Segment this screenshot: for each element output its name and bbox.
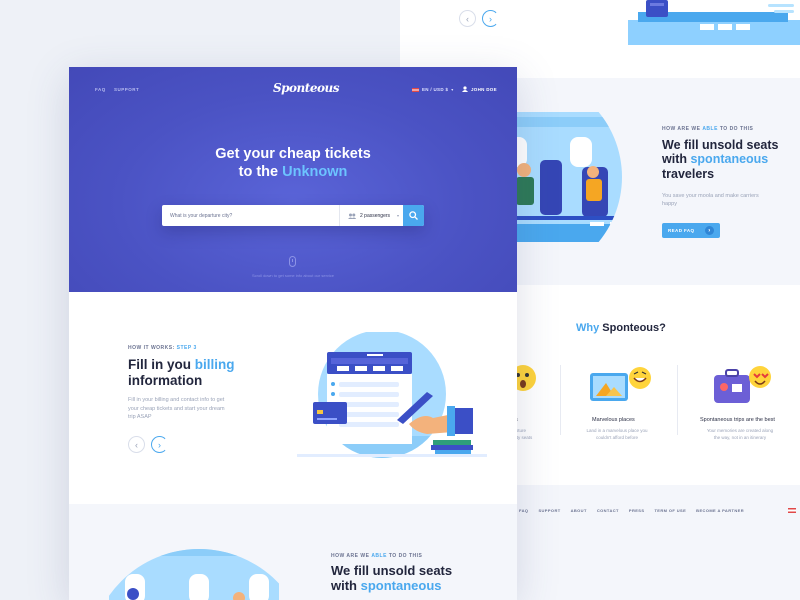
language-selector[interactable]: EN / USD $ ▾: [412, 87, 453, 92]
main-fill-seats-section: HOW ARE WE ABLE TO DO THIS We fill unsol…: [69, 504, 517, 600]
picture-icon: [590, 367, 651, 401]
how-title: Fill in you billing information: [128, 357, 235, 388]
read-faq-button[interactable]: READ FAQ ›: [662, 223, 720, 238]
scroll-hint: Scroll down to get some info about our s…: [251, 273, 335, 278]
hero: FAQ SUPPORT Sponteous EN / USD $ ▾ JOHN …: [69, 67, 517, 292]
flag-icon[interactable]: [788, 508, 796, 513]
prev-arrow-button[interactable]: ‹: [459, 10, 476, 27]
footer-links: FAQ SUPPORT ABOUT CONTACT PRESS TERM OF …: [519, 508, 744, 513]
departure-city-input[interactable]: What is your departure city?: [162, 205, 340, 226]
footer-link-terms[interactable]: TERM OF USE: [654, 508, 686, 513]
suitcase-icon: [714, 366, 771, 403]
passengers-select[interactable]: 2 passengers ▾: [340, 205, 403, 226]
card1-label: Marvelous places: [592, 417, 635, 423]
passengers-icon: [348, 213, 356, 219]
hero-title: Get your cheap tickets to the Unknown: [215, 146, 371, 181]
footer-link-support[interactable]: SUPPORT: [538, 508, 560, 513]
chevron-down-icon: ▾: [397, 213, 400, 218]
search-button[interactable]: [403, 205, 424, 226]
flag-icon: [412, 87, 419, 92]
arrow-right-icon: ›: [705, 226, 714, 235]
footer-link-press[interactable]: PRESS: [629, 508, 645, 513]
footer-link-partner[interactable]: BECOME A PARTNER: [696, 508, 744, 513]
bg-fill-title: We fill unsold seats with spontaneous tr…: [662, 138, 779, 181]
search-icon: [409, 211, 418, 220]
main-page: FAQ SUPPORT Sponteous EN / USD $ ▾ JOHN …: [69, 67, 517, 600]
main-fill-title: We fill unsold seats with spontaneous: [331, 563, 453, 593]
bg-fill-eyebrow: HOW ARE WE ABLE TO DO THIS: [662, 126, 754, 132]
how-it-works-section: HOW IT WORKS: STEP 3 Fill in you billing…: [69, 292, 517, 504]
airplane-cabin-illustration: [109, 549, 279, 600]
divider: [560, 365, 561, 435]
divider: [677, 365, 678, 435]
scroll-mouse-icon: [289, 256, 296, 267]
airplane-cabin-illustration: [500, 112, 622, 242]
logo[interactable]: Sponteous: [273, 81, 339, 95]
card1-desc: Land in a marvelous place you couldn't a…: [586, 428, 648, 440]
nav-support-link[interactable]: SUPPORT: [114, 87, 139, 92]
next-arrow-button[interactable]: ›: [151, 436, 168, 453]
nav-faq-link[interactable]: FAQ: [95, 87, 106, 92]
billing-illustration: [297, 332, 487, 458]
bg-fill-body: You save your moola and make carriers ha…: [662, 193, 759, 208]
top-illustration: [628, 0, 800, 45]
card2-desc: Your memories are created along the way,…: [706, 428, 774, 440]
how-body: Fill in your billing and contact info to…: [128, 397, 225, 421]
card2-label: Spontaneous trips are the best: [700, 417, 775, 423]
footer-link-contact[interactable]: CONTACT: [597, 508, 619, 513]
next-arrow-button[interactable]: ›: [482, 10, 499, 27]
user-icon: [462, 86, 468, 92]
prev-arrow-button[interactable]: ‹: [128, 436, 145, 453]
footer-link-faq[interactable]: FAQ: [519, 508, 528, 513]
user-menu[interactable]: JOHN DOE: [462, 86, 497, 92]
chevron-down-icon: ▾: [451, 87, 454, 92]
footer-link-about[interactable]: ABOUT: [571, 508, 587, 513]
why-title: Why Sponteous?: [576, 322, 666, 334]
how-eyebrow: HOW IT WORKS: STEP 3: [128, 345, 197, 351]
search-bar: What is your departure city? 2 passenger…: [162, 205, 424, 226]
main-fill-eyebrow: HOW ARE WE ABLE TO DO THIS: [331, 553, 423, 559]
